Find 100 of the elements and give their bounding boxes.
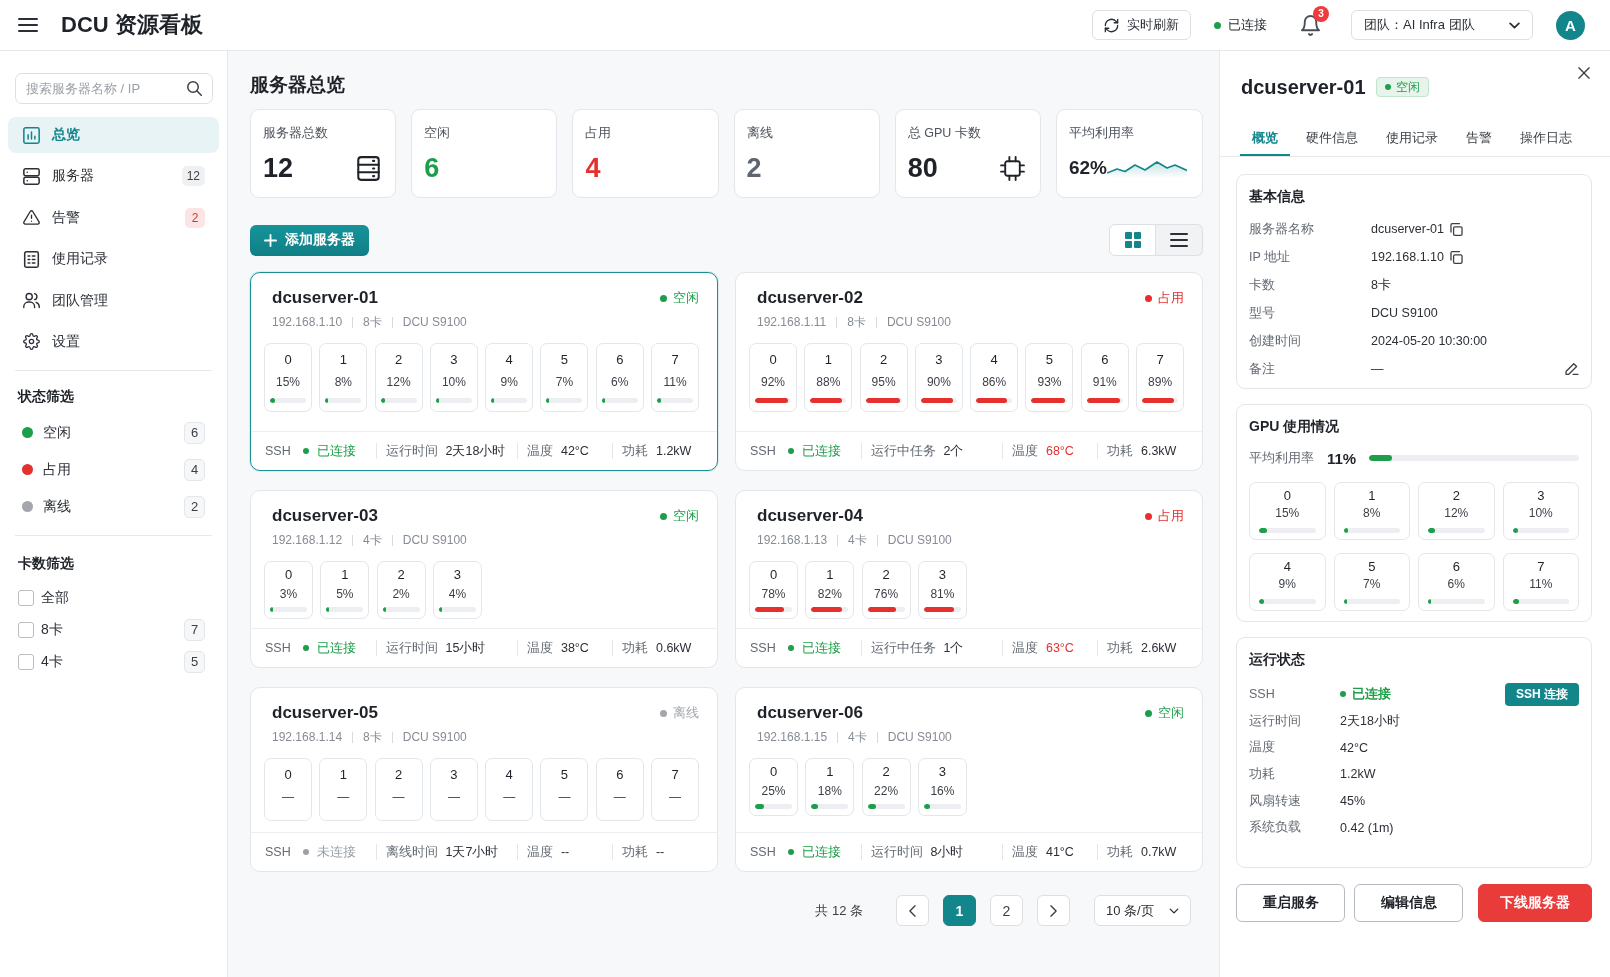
copy-icon[interactable]	[1449, 222, 1463, 236]
gpu-index: 6	[616, 766, 624, 784]
card-filter-item[interactable]: 4卡 5	[8, 648, 219, 675]
metric-value: 0.6kW	[655, 641, 692, 655]
previous-page-button[interactable]	[896, 895, 929, 926]
edit-icon[interactable]	[1565, 363, 1579, 375]
copy-icon[interactable]	[1450, 250, 1463, 264]
gpu-index: 3	[450, 766, 458, 784]
plus-icon	[264, 233, 277, 247]
gpu-usage: 91%	[1092, 374, 1117, 391]
section-title: 卡数筛选	[17, 553, 74, 573]
gpu-usage: 5%	[336, 586, 354, 603]
server-card[interactable]: dcuserver-05 离线 192.168.1.14 8卡 DCU S9100 0 — 1 — 2 — 3 — 4 — 5 — 6 — 7 — SSH 未连接 离线时间 1天7小时 温度 -- 功耗 --	[250, 687, 718, 872]
metric-label: 运行时间	[870, 843, 923, 861]
status-label: 离线	[673, 704, 699, 722]
ip-address: 192.168.1.13	[757, 532, 828, 549]
server-card[interactable]: dcuserver-03 空闲 192.168.1.12 4卡 DCU S9100 0 3% 1 5% 2 2% 3 4% SSH 已连接 运行时间 15小时 温度 38°C 功耗 0.6kW	[250, 490, 718, 668]
gpu-usage: 6%	[611, 374, 629, 391]
section-title: 状态筛选	[16, 386, 74, 406]
list-view-button[interactable]	[1156, 224, 1203, 256]
card-filter-item[interactable]: 8卡 7	[8, 616, 219, 643]
tab[interactable]: 告警	[1454, 121, 1504, 156]
gpu-usage: 22%	[874, 783, 899, 800]
next-page-button[interactable]	[1037, 895, 1070, 926]
count-badge: 5	[184, 650, 205, 673]
model-name: DCU S9100	[886, 314, 951, 331]
nav-item[interactable]: 总览	[8, 117, 219, 153]
tab[interactable]: 硬件信息	[1294, 121, 1370, 156]
field-label: 服务器名称	[1249, 220, 1315, 238]
metric-value: 2个	[943, 442, 964, 460]
nav-item[interactable]: 使用记录	[8, 241, 219, 278]
server-icon	[357, 155, 381, 181]
gpu-index: 5	[560, 351, 569, 369]
field-label: IP 地址	[1249, 248, 1292, 266]
checkbox[interactable]	[18, 621, 34, 638]
list-icon	[1170, 233, 1188, 247]
refresh-button[interactable]: 实时刷新	[1092, 10, 1191, 40]
gpu-usage: —	[613, 789, 626, 806]
notifications-button[interactable]	[1301, 14, 1320, 36]
team-select[interactable]: 团队：AI Infra 团队	[1351, 10, 1533, 40]
search-field[interactable]: 搜索服务器名称 / IP	[15, 73, 213, 104]
take-offline-button[interactable]: 下线服务器	[1478, 884, 1592, 923]
grid-view-button[interactable]	[1109, 224, 1156, 256]
gpu-usage: 88%	[816, 374, 841, 391]
ip-address: 192.168.1.10	[272, 314, 343, 331]
ip-address: 192.168.1.15	[757, 729, 828, 746]
page-size-select[interactable]: 10 条/页	[1094, 895, 1191, 926]
tab[interactable]: 操作日志	[1508, 121, 1584, 156]
gpu-usage: 90%	[926, 374, 951, 391]
tab[interactable]: 概览	[1240, 121, 1290, 156]
gpu-index: 5	[1368, 558, 1376, 576]
nav-item[interactable]: 告警 2	[8, 199, 219, 236]
ip-address: 192.168.1.12	[272, 532, 343, 549]
gpu-usage: 92%	[761, 374, 785, 391]
caret-icon	[1509, 21, 1520, 29]
server-card[interactable]: dcuserver-01 空闲 192.168.1.10 8卡 DCU S9100 0 15% 1 8% 2 12% 3 10% 4 9% 5 7% 6 6% 7 11% SSH 已连接 运行时间 2天18小时 温度 42°C 功耗 1.2kW	[250, 272, 718, 471]
ssh-status: 已连接	[801, 639, 841, 657]
checkbox[interactable]	[18, 589, 34, 606]
chevron-left-icon	[909, 904, 916, 917]
field-value: 42°C	[1340, 740, 1368, 755]
stat-label: 占用	[585, 125, 612, 142]
restart-button[interactable]: 重启服务	[1236, 884, 1345, 923]
page-button[interactable]: 1	[943, 895, 976, 926]
menu-button[interactable]	[18, 18, 38, 32]
server-card[interactable]: dcuserver-04 占用 192.168.1.13 4卡 DCU S9100 0 78% 1 82% 2 76% 3 81% SSH 已连接 运行中任务 1个 温度 63°C 功耗 2.6kW	[735, 490, 1203, 668]
checkbox[interactable]	[18, 653, 34, 670]
warning-icon	[23, 209, 40, 227]
field-value: dcuserver-01	[1371, 222, 1444, 236]
server-card[interactable]: dcuserver-02 占用 192.168.1.11 8卡 DCU S9100 0 92% 1 88% 2 95% 3 90% 4 86% 5 93% 6 91% 7 89% SSH 已连接 运行中任务 2个 温度 68°C 功耗 6.3kW	[735, 272, 1203, 471]
gpu-usage: 78%	[761, 586, 786, 603]
page-button[interactable]: 2	[990, 895, 1023, 926]
metric-value: 15小时	[445, 639, 486, 657]
gpu-usage: —	[503, 789, 516, 806]
card-count: 4卡	[848, 729, 867, 746]
gpu-index: 1	[1368, 487, 1376, 505]
tab[interactable]: 使用记录	[1374, 121, 1450, 156]
stat-value: 2	[746, 152, 762, 184]
ssh-connect-button[interactable]: SSH 连接	[1505, 682, 1579, 706]
nav-item[interactable]: 服务器 12	[8, 158, 219, 195]
status-filter-item[interactable]: 占用 4	[8, 454, 219, 485]
metric-label: 运行中任务	[870, 639, 936, 657]
card-filter-item[interactable]: 全部	[8, 584, 219, 611]
gpu-index: 1	[826, 763, 834, 781]
user-avatar[interactable]: A	[1556, 10, 1585, 40]
status-filter-item[interactable]: 离线 2	[8, 491, 219, 522]
server-card[interactable]: dcuserver-06 空闲 192.168.1.15 4卡 DCU S9100 0 25% 1 18% 2 22% 3 16% SSH 已连接 运行时间 8小时 温度 41°C 功耗 0.7kW	[735, 687, 1203, 872]
metric-value: 42°C	[560, 444, 589, 458]
field-label: 运行时间	[1249, 712, 1302, 730]
settings-icon	[23, 333, 40, 351]
add-server-button[interactable]: 添加服务器	[250, 224, 369, 256]
edit-info-button[interactable]: 编辑信息	[1354, 884, 1463, 923]
status-filter-item[interactable]: 空闲 6	[8, 417, 219, 448]
ssh-label: SSH	[265, 845, 291, 859]
close-button[interactable]	[1578, 67, 1590, 79]
status-label: 空闲	[1395, 78, 1420, 96]
ssh-status: 已连接	[316, 442, 356, 460]
nav-item[interactable]: 团队管理	[8, 282, 219, 319]
field-value: 2天18小时	[1340, 712, 1400, 730]
nav-item[interactable]: 设置	[8, 323, 219, 360]
field-value: 0.42 (1m)	[1340, 820, 1394, 835]
